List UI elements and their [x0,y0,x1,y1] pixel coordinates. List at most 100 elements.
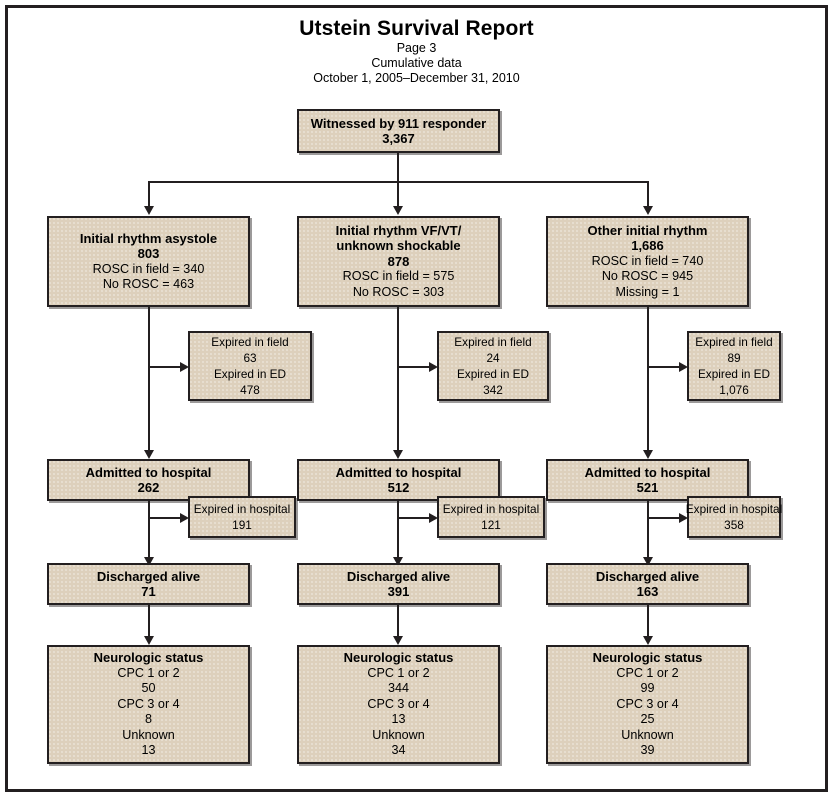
neuro-cpc34-label-col1: CPC 3 or 4 [117,696,180,711]
connector-admitted-to-discharged-col3 [647,501,649,563]
connector-rhythm-to-admitted-col3 [647,307,649,456]
node-discharged-alive-col2: Discharged alive 391 [297,563,500,605]
node-neurologic-status-col1: Neurologic status CPC 1 or 2 50 CPC 3 or… [47,645,250,764]
discharged-value-col2: 391 [387,584,410,599]
connector-admitted-to-discharged-col1 [148,501,150,563]
neuro-label-col3: Neurologic status [592,650,703,666]
root-label: Witnessed by 911 responder [310,115,487,131]
neuro-cpc12-label-col3: CPC 1 or 2 [616,665,679,680]
arrow-rhythm-to-admitted-col1 [144,450,154,459]
rhythm-label-line1-col3: Other initial rhythm [587,222,708,238]
expired-field-value-col1: 63 [243,351,257,365]
node-expired-prehospital-col2: Expired in field 24 Expired in ED 342 [437,331,549,401]
neuro-cpc12-value-col2: 344 [387,681,409,696]
expired-ed-value-col2: 342 [483,383,503,397]
connector-split-to-col2 [397,181,399,208]
rhythm-label-line2-col2: unknown shockable [336,238,461,254]
rhythm-label-line1-col1: Initial rhythm asystole [79,230,218,246]
connector-rhythm-to-admitted-col2 [397,307,399,456]
expired-ed-label-col3: Expired in ED [697,367,771,381]
connector-split-to-col3 [647,181,649,208]
report-header: Utstein Survival Report Page 3 Cumulativ… [0,16,833,86]
expired-hospital-value-col3: 358 [724,518,744,532]
expired-ed-label-col1: Expired in ED [213,367,287,381]
admitted-value-col1: 262 [137,480,160,495]
neuro-unknown-value-col3: 39 [640,743,655,758]
arrow-rhythm-to-admitted-col3 [643,450,653,459]
arrow-split-to-col2 [393,206,403,215]
discharged-value-col3: 163 [636,584,659,599]
admitted-label-col2: Admitted to hospital [335,464,462,480]
rhythm-detail1-col2: ROSC in field = 575 [342,269,455,284]
arrow-split-to-col1 [144,206,154,215]
node-admitted-to-hospital-col2: Admitted to hospital 512 [297,459,500,501]
neuro-unknown-label-col2: Unknown [372,727,425,742]
arrow-discharged-to-neuro-col2 [393,636,403,645]
expired-field-value-col3: 89 [727,351,741,365]
rhythm-label-line1-col2: Initial rhythm VF/VT/ [335,222,462,238]
connector-branch-expired-hosp-col3 [647,517,681,519]
neuro-unknown-label-col3: Unknown [621,727,674,742]
expired-ed-value-col3: 1,076 [719,383,749,397]
node-neurologic-status-col3: Neurologic status CPC 1 or 2 99 CPC 3 or… [546,645,749,764]
discharged-label-col3: Discharged alive [595,568,700,584]
connector-split-to-col1 [148,181,150,208]
arrow-rhythm-to-admitted-col2 [393,450,403,459]
data-kind-label: Cumulative data [371,56,462,70]
connector-branch-expired-prehosp-col2 [397,366,431,368]
rhythm-detail3-col3: Missing = 1 [615,284,680,299]
neuro-cpc12-value-col3: 99 [640,681,655,696]
arrow-split-to-col3 [643,206,653,215]
neuro-cpc12-label-col2: CPC 1 or 2 [367,665,430,680]
neuro-unknown-value-col2: 34 [391,743,406,758]
expired-hospital-label-col3: Expired in hospital [685,502,783,516]
node-admitted-to-hospital-col3: Admitted to hospital 521 [546,459,749,501]
expired-hospital-value-col1: 191 [232,518,252,532]
rhythm-value-col1: 803 [137,246,160,261]
discharged-label-col1: Discharged alive [96,568,201,584]
connector-branch-expired-prehosp-col1 [148,366,182,368]
neuro-cpc34-value-col3: 25 [640,712,655,727]
node-expired-prehospital-col1: Expired in field 63 Expired in ED 478 [188,331,312,401]
page-title: Utstein Survival Report [299,17,534,40]
neuro-cpc34-label-col3: CPC 3 or 4 [616,696,679,711]
admitted-label-col3: Admitted to hospital [584,464,711,480]
node-discharged-alive-col1: Discharged alive 71 [47,563,250,605]
admitted-label-col1: Admitted to hospital [85,464,212,480]
rhythm-detail2-col3: No ROSC = 945 [601,269,694,284]
node-initial-rhythm-col1: Initial rhythm asystole 803 ROSC in fiel… [47,216,250,307]
neuro-cpc12-label-col1: CPC 1 or 2 [117,665,180,680]
page-number-label: Page 3 [396,41,437,55]
connector-discharged-to-neuro-col2 [397,605,399,640]
node-neurologic-status-col2: Neurologic status CPC 1 or 2 344 CPC 3 o… [297,645,500,764]
date-range-label: October 1, 2005–December 31, 2010 [313,71,520,85]
node-expired-in-hospital-col3: Expired in hospital 358 [685,496,783,538]
admitted-value-col3: 521 [636,480,659,495]
discharged-label-col2: Discharged alive [346,568,451,584]
expired-ed-label-col2: Expired in ED [456,367,530,381]
rhythm-detail1-col3: ROSC in field = 740 [591,253,704,268]
node-admitted-to-hospital-col1: Admitted to hospital 262 [47,459,250,501]
neuro-cpc34-value-col1: 8 [144,712,152,727]
arrow-discharged-to-neuro-col3 [643,636,653,645]
rhythm-detail1-col1: ROSC in field = 340 [92,261,205,276]
expired-field-label-col3: Expired in field [695,335,773,349]
neuro-unknown-label-col1: Unknown [122,727,175,742]
root-value: 3,367 [382,131,415,146]
discharged-value-col1: 71 [141,584,156,599]
utstein-survival-report-page: Utstein Survival Report Page 3 Cumulativ… [0,0,833,797]
node-initial-rhythm-col2: Initial rhythm VF/VT/ unknown shockable … [297,216,500,307]
expired-field-value-col2: 24 [486,351,500,365]
neuro-label-col2: Neurologic status [343,650,454,666]
rhythm-detail2-col1: No ROSC = 463 [102,277,195,291]
rhythm-value-col2: 878 [387,253,410,269]
rhythm-value-col3: 1,686 [631,238,664,254]
node-expired-in-hospital-col2: Expired in hospital 121 [437,496,545,538]
expired-ed-value-col1: 478 [240,383,260,397]
connector-rhythm-to-admitted-col1 [148,307,150,456]
connector-root-stem [397,153,399,182]
node-initial-rhythm-col3: Other initial rhythm 1,686 ROSC in field… [546,216,749,307]
neuro-unknown-value-col1: 13 [141,743,156,758]
admitted-value-col2: 512 [387,480,410,495]
expired-hospital-label-col2: Expired in hospital [442,502,540,516]
